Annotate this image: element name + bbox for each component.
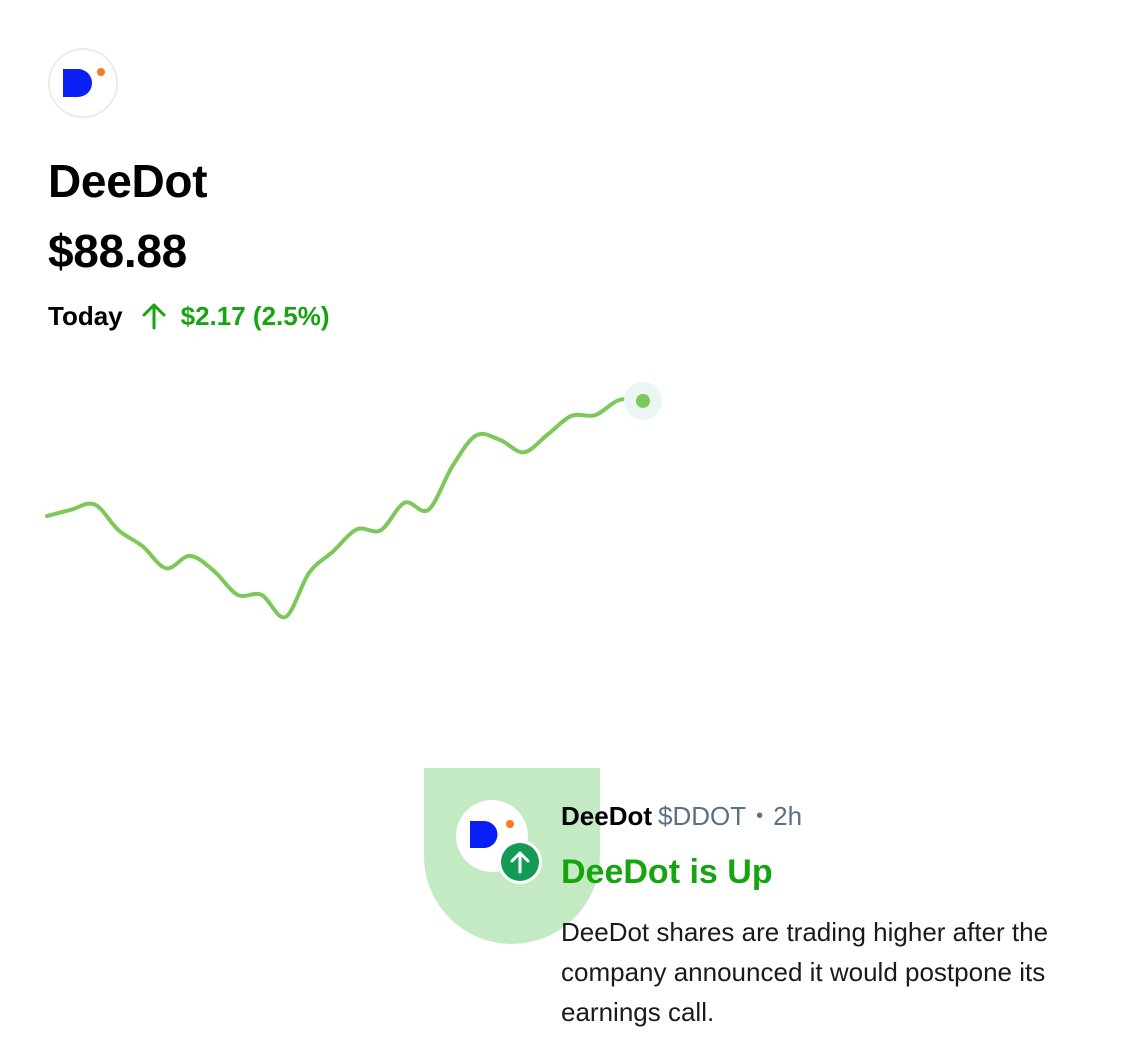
- chart-endpoint-dot: [636, 393, 650, 408]
- company-name: DeeDot: [48, 155, 208, 207]
- notification-meta: DeeDot $DDOT • 2h: [561, 798, 802, 834]
- chart-series-line: [45, 397, 645, 620]
- notification-company: DeeDot: [561, 800, 653, 831]
- stock-price: $88.88: [48, 225, 187, 277]
- notification-separator: •: [756, 804, 764, 827]
- arrow-up-circle-icon: [510, 851, 530, 874]
- price-chart[interactable]: [0, 360, 700, 650]
- notification-ticker[interactable]: $DDOT: [658, 801, 746, 832]
- price-change: $2.17 (2.5%): [180, 300, 330, 331]
- notification-body: DeeDot shares are trading higher after t…: [561, 917, 1049, 1027]
- today-label: Today: [48, 300, 123, 331]
- notification-title[interactable]: DeeDot is Up: [561, 850, 773, 894]
- arrow-up-icon: [142, 303, 166, 330]
- today-change-row: Today $2.17 (2.5%): [48, 298, 330, 334]
- company-logo: [48, 48, 118, 118]
- deedot-logo-icon: [63, 68, 105, 97]
- notification-time: 2h: [773, 800, 803, 831]
- notification-badge: [498, 840, 542, 884]
- stock-page: DeeDot $88.88 Today $2.17 (2.5%) DeeDot …: [0, 0, 1140, 1064]
